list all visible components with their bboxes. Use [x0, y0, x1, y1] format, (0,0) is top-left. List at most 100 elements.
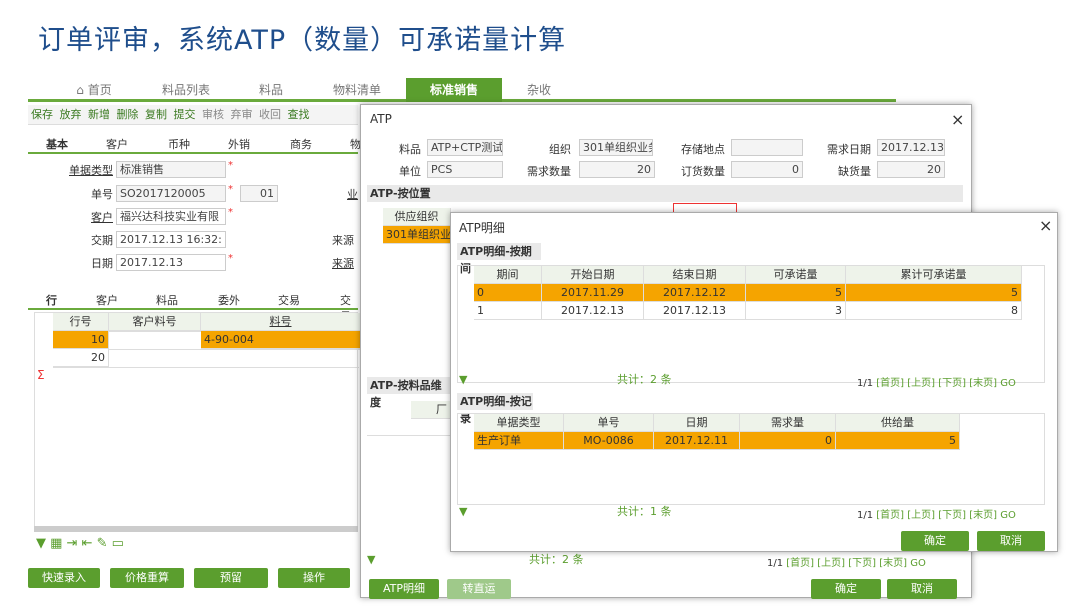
tab-export[interactable]: 外销 [228, 136, 250, 152]
table-row[interactable]: 20 [53, 349, 109, 367]
table-row[interactable]: 10 [53, 331, 109, 349]
atp-req-qty-field[interactable]: 20 [579, 161, 655, 178]
date-field[interactable]: 2017.12.13 [116, 254, 226, 271]
tab-lines[interactable]: 行 [46, 292, 57, 308]
col-customer-item: 客户料号 [109, 313, 201, 331]
table-row[interactable]: 1 [474, 302, 542, 320]
last-page-link[interactable]: [末页] [879, 558, 907, 569]
atp-detail-dialog: ATP明细 × ATP明细-按期间 期间 开始日期 结束日期 可承诺量 累计可承… [450, 212, 1058, 552]
new-button[interactable]: 新增 [88, 108, 110, 121]
doc-no-label: 单号 [91, 188, 113, 201]
col-line-no: 行号 [53, 313, 109, 331]
table-row[interactable]: 0 [474, 284, 542, 302]
atp-shortage-field[interactable]: 20 [877, 161, 945, 178]
filter-icon[interactable]: ▼ [459, 505, 467, 518]
go-button[interactable]: GO [910, 558, 926, 569]
recall-button[interactable]: 收回 [259, 108, 281, 121]
table-row[interactable]: 301单组织业务 [383, 226, 451, 244]
atp-req-date-field[interactable]: 2017.12.13 [877, 139, 945, 156]
customer-field[interactable]: 福兴达科技实业有限 [116, 208, 226, 225]
record-total: 共计：1 条 [617, 505, 672, 518]
transfer-direct-button[interactable]: 转直运 [447, 579, 511, 599]
header-tabs: 基本 客户 币种 外销 商务 物 [28, 132, 361, 154]
nav-tab-misc-receipt[interactable]: 杂收 [516, 78, 562, 102]
period-total: 共计：2 条 [617, 373, 672, 386]
first-page-link[interactable]: [首页] [876, 510, 904, 521]
doc-no-field[interactable]: SO2017120005 [116, 185, 226, 202]
tab-outsource[interactable]: 委外 [218, 292, 240, 308]
nav-tab-item-list[interactable]: 料品列表 [150, 78, 222, 102]
nav-tab-item[interactable]: 料品 [246, 78, 296, 102]
nav-tab-standard-sales[interactable]: 标准销售 [406, 78, 502, 102]
atp-cancel-button[interactable]: 取消 [887, 579, 957, 599]
record-pager: 1/1 [首页] [上页] [下页] [末页] GO [857, 510, 1016, 521]
atp-item-field[interactable]: ATP+CTP测试 [427, 139, 503, 156]
atp-detail-button[interactable]: ATP明细 [369, 579, 439, 599]
first-page-link[interactable]: [首页] [786, 558, 814, 569]
atp-ok-button[interactable]: 确定 [811, 579, 881, 599]
sum-row [53, 367, 359, 368]
last-page-link[interactable]: [末页] [969, 510, 997, 521]
next-page-link[interactable]: [下页] [848, 558, 876, 569]
quick-entry-button[interactable]: 快速录入 [28, 568, 100, 588]
line-tabs: 行 客户 料品 委外 交易 交易 [28, 288, 358, 323]
delete-button[interactable]: 删除 [117, 108, 139, 121]
tab-basic[interactable]: 基本 [46, 136, 68, 152]
doc-type-field[interactable]: 标准销售 [116, 161, 226, 178]
detail-dialog-title: ATP明细 [459, 221, 505, 235]
close-icon[interactable]: × [951, 110, 964, 129]
approve-button[interactable]: 审核 [202, 108, 224, 121]
seq-field[interactable]: 01 [240, 185, 278, 202]
line-item-cell[interactable]: 4-90-004 [201, 331, 361, 349]
filter-icon[interactable]: ▼ [367, 553, 375, 566]
last-page-link[interactable]: [末页] [969, 378, 997, 389]
atp-order-qty-field[interactable]: 0 [731, 161, 803, 178]
submit-button[interactable]: 提交 [174, 108, 196, 121]
tab-currency[interactable]: 币种 [168, 136, 190, 152]
unapprove-button[interactable]: 弃审 [231, 108, 253, 121]
detail-ok-button[interactable]: 确定 [901, 531, 969, 551]
table-row[interactable]: 生产订单 [474, 432, 564, 450]
record-grid: 单据类型 单号 日期 需求量 供给量 生产订单 MO-0086 2017.12.… [457, 413, 1045, 505]
nav-home[interactable]: ⌂ 首页 [64, 78, 124, 102]
atp-org-field[interactable]: 301单组织业务 [579, 139, 653, 156]
tab-customer[interactable]: 客户 [106, 136, 128, 152]
detail-cancel-button[interactable]: 取消 [977, 531, 1045, 551]
first-page-link[interactable]: [首页] [876, 378, 904, 389]
table-row[interactable] [367, 435, 451, 436]
tab-commerce[interactable]: 商务 [290, 136, 312, 152]
nav-tab-bom[interactable]: 物料清单 [322, 78, 392, 102]
reprice-button[interactable]: 价格重算 [110, 568, 184, 588]
next-page-link[interactable]: [下页] [938, 510, 966, 521]
discard-button[interactable]: 放弃 [60, 108, 82, 121]
col-factory: 厂 [411, 401, 451, 419]
tab-trade[interactable]: 交易 [278, 292, 300, 308]
period-grid: 期间 开始日期 结束日期 可承诺量 累计可承诺量 0 2017.11.29 20… [457, 265, 1045, 383]
next-page-link[interactable]: [下页] [938, 378, 966, 389]
tab-line-item[interactable]: 料品 [156, 292, 178, 308]
atp-unit-field[interactable]: PCS [427, 161, 503, 178]
tab-line-customer[interactable]: 客户 [96, 292, 118, 308]
find-button[interactable]: 查找 [288, 108, 310, 121]
prev-page-link[interactable]: [上页] [817, 558, 845, 569]
close-icon[interactable]: × [1039, 216, 1052, 235]
prev-page-link[interactable]: [上页] [907, 510, 935, 521]
go-button[interactable]: GO [1000, 378, 1016, 389]
customer-label: 客户 [91, 211, 113, 224]
grid-tools-icons[interactable]: ▼ ▦ ⇥ ⇤ ✎ ▭ [36, 536, 124, 551]
prev-page-link[interactable]: [上页] [907, 378, 935, 389]
atp-by-dimension-header: ATP-按料品维度 [367, 377, 451, 409]
operate-button[interactable]: 操作 [278, 568, 350, 588]
delivery-field[interactable]: 2017.12.13 16:32: [116, 231, 226, 248]
filter-icon[interactable]: ▼ [459, 373, 467, 386]
detail-by-record-header: ATP明细-按记录 [457, 393, 533, 425]
reserve-button[interactable]: 预留 [194, 568, 268, 588]
go-button[interactable]: GO [1000, 510, 1016, 521]
copy-button[interactable]: 复制 [145, 108, 167, 121]
doc-type-label: 单据类型 [69, 164, 113, 177]
col-supply-org: 供应组织 [383, 208, 451, 226]
horizontal-scrollbar[interactable] [34, 526, 358, 532]
save-button[interactable]: 保存 [31, 108, 53, 121]
atp-location-field[interactable] [731, 139, 803, 156]
period-pager: 1/1 [首页] [上页] [下页] [末页] GO [857, 378, 1016, 389]
